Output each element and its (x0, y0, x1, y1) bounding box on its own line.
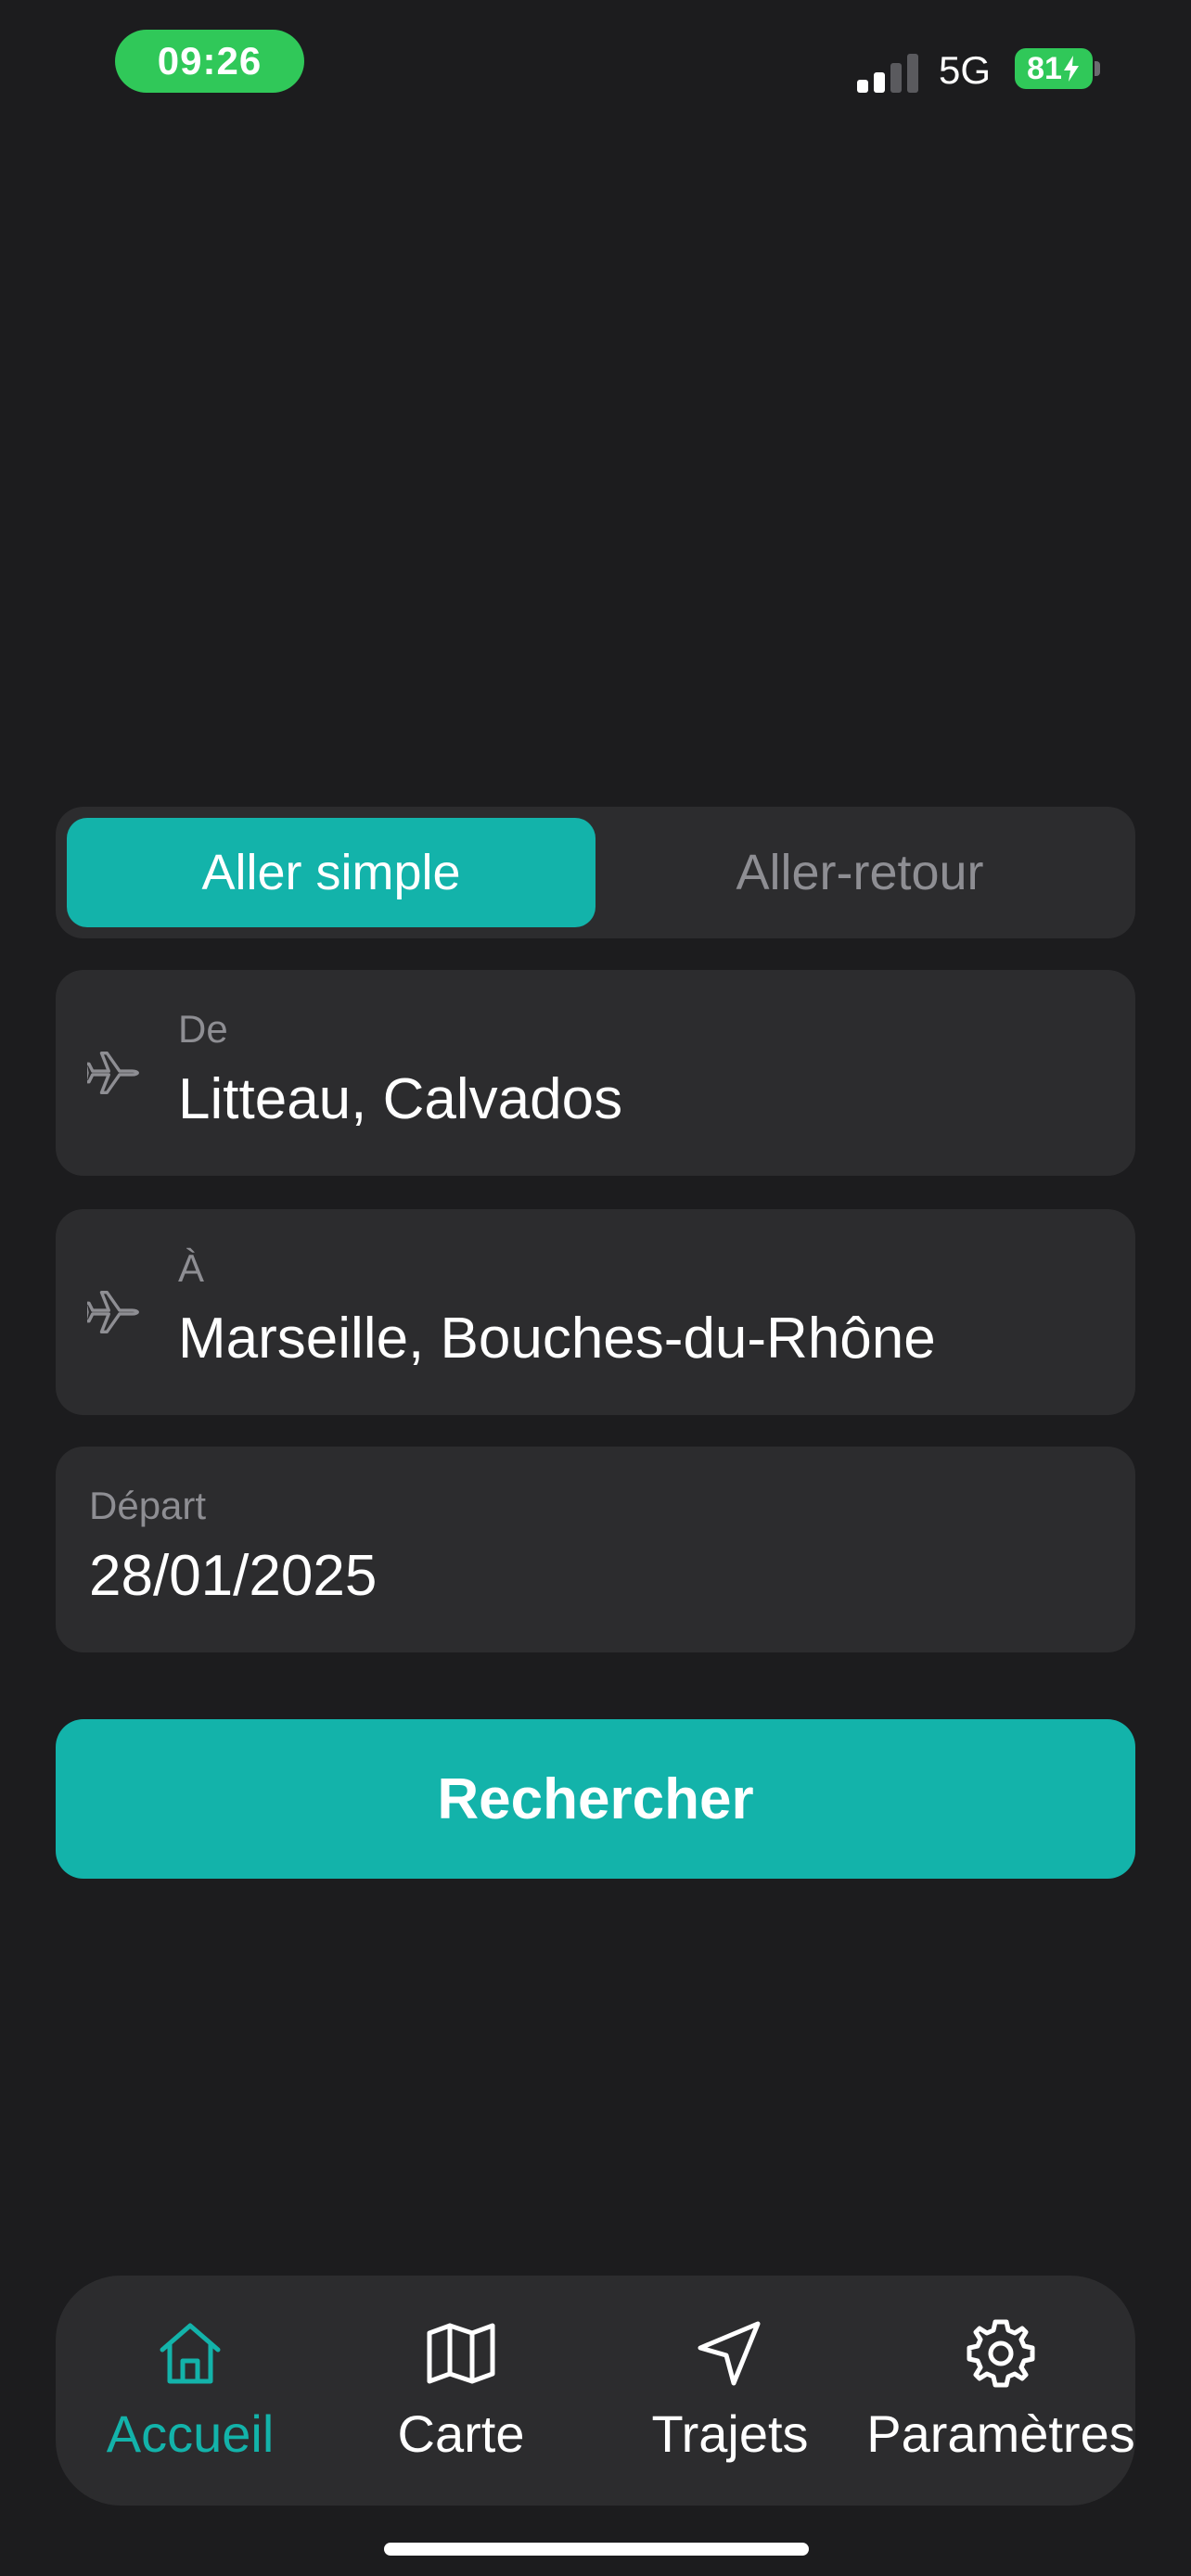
network-type: 5G (939, 48, 992, 92)
app-screen: 09:26 5G 81 Aller simple Aller-retour De… (0, 0, 1191, 2576)
from-label: De (178, 1007, 228, 1051)
battery-indicator: 81 (1015, 48, 1093, 89)
gear-icon (967, 2319, 1035, 2388)
from-field[interactable]: De Litteau, Calvados (56, 970, 1135, 1176)
airplane-icon (87, 1290, 139, 1334)
tab-map-label: Carte (397, 2404, 525, 2463)
signal-strength-icon (853, 46, 920, 98)
to-label: À (178, 1246, 205, 1290)
to-value: Marseille, Bouches-du-Rhône (178, 1307, 936, 1371)
tab-home-label: Accueil (106, 2404, 275, 2463)
home-icon (160, 2323, 221, 2384)
home-indicator[interactable] (384, 2543, 809, 2556)
trip-type-round-trip-label: Aller-retour (736, 845, 984, 900)
status-time-text: 09:26 (157, 39, 263, 83)
tab-map[interactable]: Carte (327, 2276, 596, 2506)
tab-settings[interactable]: Paramètres (866, 2276, 1135, 2506)
search-button[interactable]: Rechercher (56, 1719, 1135, 1879)
navigation-arrow-icon (698, 2321, 761, 2386)
trip-type-one-way[interactable]: Aller simple (67, 818, 596, 927)
tab-trips-label: Trajets (651, 2404, 809, 2463)
bottom-tab-bar: Accueil Carte Trajets Paramètres (56, 2276, 1135, 2506)
departure-value: 28/01/2025 (89, 1544, 378, 1608)
battery-level: 81 (1027, 50, 1062, 86)
trip-type-selector: Aller simple Aller-retour (56, 807, 1135, 938)
trip-type-one-way-label: Aller simple (201, 845, 461, 900)
tab-home[interactable]: Accueil (56, 2276, 325, 2506)
tab-trips[interactable]: Trajets (596, 2276, 864, 2506)
map-icon (427, 2323, 495, 2384)
from-value: Litteau, Calvados (178, 1067, 623, 1131)
trip-type-round-trip[interactable]: Aller-retour (596, 818, 1124, 927)
battery-tip (1095, 61, 1100, 76)
departure-date-field[interactable]: Départ 28/01/2025 (56, 1447, 1135, 1652)
tab-settings-label: Paramètres (866, 2404, 1135, 2463)
airplane-icon (87, 1051, 139, 1095)
status-time[interactable]: 09:26 (115, 30, 304, 93)
to-field[interactable]: À Marseille, Bouches-du-Rhône (56, 1209, 1135, 1415)
departure-label: Départ (89, 1484, 207, 1527)
charging-bolt-icon (1063, 56, 1079, 82)
